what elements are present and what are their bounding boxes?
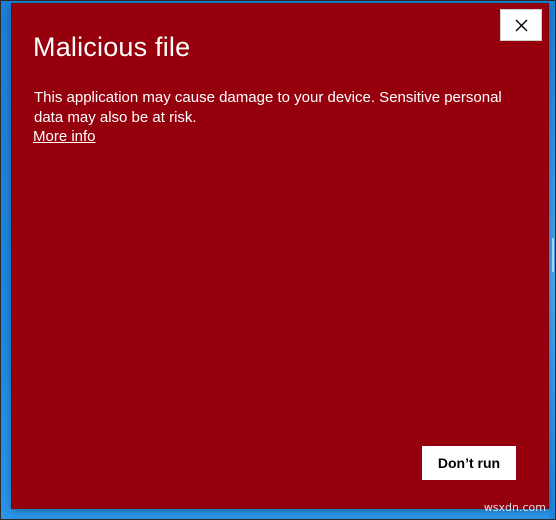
close-icon: [515, 19, 527, 31]
dont-run-button[interactable]: Don’t run: [422, 446, 516, 480]
desktop-highlight: [552, 238, 554, 272]
warning-message: This application may cause damage to you…: [34, 89, 502, 126]
watermark: wsxdn.com: [483, 501, 546, 514]
dialog-title: Malicious file: [33, 32, 191, 62]
close-button[interactable]: [500, 9, 542, 41]
screen: Malicious file This application may caus…: [0, 0, 556, 520]
more-info-link[interactable]: More info: [33, 127, 96, 147]
smartscreen-dialog: Malicious file This application may caus…: [12, 4, 548, 508]
